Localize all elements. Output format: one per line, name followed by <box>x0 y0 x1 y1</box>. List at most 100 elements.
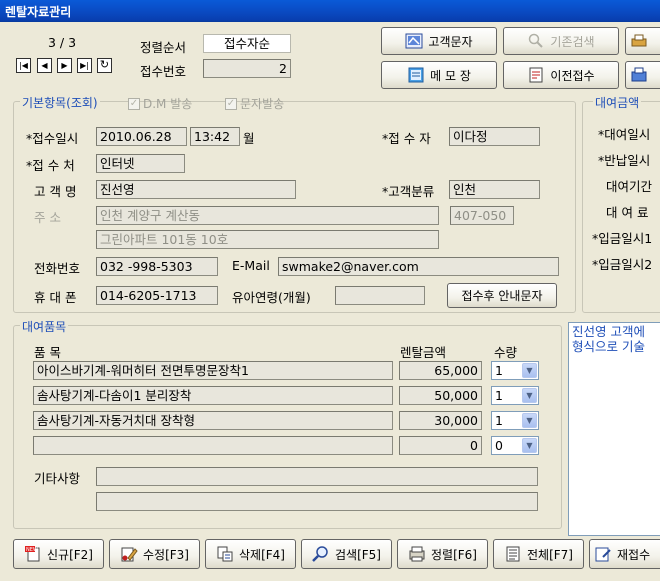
list-icon <box>504 545 522 563</box>
customer-sms-button[interactable]: 고객문자 <box>381 27 497 55</box>
basic-info-title: 기본항목(조회) <box>20 94 100 111</box>
return-date-label: *반납일시 <box>598 153 651 168</box>
rereceipt-button[interactable]: 재접수 <box>589 539 660 569</box>
customer-name-field[interactable]: 진선영 <box>96 180 296 199</box>
receiver-field[interactable]: 이다정 <box>449 127 540 146</box>
new-document-icon: NEW <box>24 545 42 563</box>
chevron-down-icon[interactable]: ▼ <box>522 413 537 428</box>
infant-age-label: 유아연령(개월) <box>232 290 311 305</box>
memo-button[interactable]: 메 모 장 <box>381 61 497 89</box>
customer-category-label: *고객분류 <box>382 184 435 199</box>
qty-select[interactable]: 1 ▼ <box>491 386 539 405</box>
search-icon <box>312 545 330 563</box>
existing-search-button[interactable]: 기존검색 <box>503 27 619 55</box>
qty-select[interactable]: 1 ▼ <box>491 361 539 380</box>
prev-receipt-button[interactable]: 이전접수 <box>503 61 619 89</box>
last-record-button[interactable]: ▶| <box>77 58 92 73</box>
customer-name-label: 고 객 명 <box>34 184 77 199</box>
product-price-field[interactable]: 65,000 <box>399 361 482 380</box>
received-date-label: *접수일시 <box>26 131 79 146</box>
channel-field[interactable]: 인터넷 <box>96 154 185 173</box>
rereceipt-icon <box>594 545 612 563</box>
email-label: E-Mail <box>232 258 270 273</box>
infant-age-field[interactable] <box>335 286 425 305</box>
item-column-header: 품 목 <box>34 345 61 360</box>
receiver-label: *접 수 자 <box>382 131 431 146</box>
product-price-field[interactable]: 30,000 <box>399 411 482 430</box>
first-record-button[interactable]: |◀ <box>16 58 31 73</box>
product-name-field[interactable] <box>33 436 393 455</box>
guide-sms-button[interactable]: 접수후 안내문자 <box>447 283 557 308</box>
checkmark-icon: ✓ <box>225 97 237 110</box>
edit-button[interactable]: 수정[F3] <box>109 539 200 569</box>
product-name-field[interactable]: 솜사탕기계-다솜이1 분리장착 <box>33 386 393 405</box>
memo-textarea[interactable]: 진선영 고객에 형식으로 기술 <box>568 322 660 536</box>
chevron-down-icon[interactable]: ▼ <box>522 438 537 453</box>
qty-select[interactable]: 0 ▼ <box>491 436 539 455</box>
checkmark-icon: ✓ <box>128 97 140 110</box>
chevron-down-icon[interactable]: ▼ <box>522 388 537 403</box>
misc-field-1[interactable] <box>96 467 538 486</box>
email-field[interactable]: swmake2@naver.com <box>278 257 559 276</box>
print-button[interactable] <box>625 27 660 55</box>
svg-text:NEW: NEW <box>26 547 38 553</box>
products-title: 대여품목 <box>20 318 69 335</box>
deposit-date2-label: *입금일시2 <box>592 257 653 272</box>
product-price-field[interactable]: 50,000 <box>399 386 482 405</box>
sort-label: 정렬순서 <box>140 40 187 55</box>
zip-field[interactable]: 407-050 <box>450 206 514 225</box>
product-name-field[interactable]: 아이스바기계-워머히터 전면투명문장착1 <box>33 361 393 380</box>
customer-category-field[interactable]: 인천 <box>449 180 540 199</box>
window-title: 렌탈자료관리 <box>5 5 72 19</box>
search-person-icon <box>527 32 545 50</box>
received-date-field[interactable]: 2010.06.28 <box>96 127 187 146</box>
refresh-icon[interactable]: ↻ <box>97 58 112 73</box>
address1-field[interactable]: 인천 계양구 계산동 <box>96 206 439 225</box>
phone-label: 전화번호 <box>34 261 81 276</box>
next-record-button[interactable]: ▶ <box>57 58 72 73</box>
new-button[interactable]: NEW 신규[F2] <box>13 539 104 569</box>
misc-label: 기타사항 <box>34 471 81 486</box>
rental-period-label: 대여기간 <box>606 179 653 194</box>
prev-record-button[interactable]: ◀ <box>37 58 52 73</box>
notepad-icon <box>407 66 425 84</box>
delete-button[interactable]: 삭제[F4] <box>205 539 296 569</box>
address2-field[interactable]: 그린아파트 101동 10호 <box>96 230 439 249</box>
channel-label: *접 수 처 <box>26 158 75 173</box>
qty-column-header: 수량 <box>494 345 518 360</box>
delete-icon <box>216 545 234 563</box>
product-price-field[interactable]: 0 <box>399 436 482 455</box>
receipt-number-field[interactable]: 2 <box>203 59 291 78</box>
address-label: 주 소 <box>34 210 61 225</box>
rental-data-window: 렌탈자료관리 3 / 3 |◀ ◀ ▶ ▶| ↻ 정렬순서 접수자순 접수번호 … <box>0 0 660 581</box>
receipt-number-label: 접수번호 <box>140 64 187 79</box>
phone-field[interactable]: 032 -998-5303 <box>96 257 218 276</box>
received-time-field[interactable]: 13:42 <box>190 127 240 146</box>
document-icon <box>527 66 545 84</box>
price-column-header: 렌탈금액 <box>400 345 447 360</box>
rental-start-label: *대여일시 <box>598 127 651 142</box>
qty-select[interactable]: 1 ▼ <box>491 411 539 430</box>
sms-icon <box>405 32 423 50</box>
dm-send-checkbox[interactable]: ✓ D.M 발송 <box>128 95 192 112</box>
sort-icon <box>408 545 426 563</box>
sort-order-field[interactable]: 접수자순 <box>203 34 291 53</box>
record-position: 3 / 3 <box>48 35 77 50</box>
mobile-label: 휴 대 폰 <box>34 290 77 305</box>
chevron-down-icon[interactable]: ▼ <box>522 363 537 378</box>
sms-send-checkbox[interactable]: ✓ 문자발송 <box>225 95 284 112</box>
misc-field-2[interactable] <box>96 492 538 511</box>
edit-icon <box>120 545 138 563</box>
mobile-field[interactable]: 014-6205-1713 <box>96 286 218 305</box>
all-button[interactable]: 전체[F7] <box>493 539 584 569</box>
rental-fee-label: 대 여 료 <box>606 205 649 220</box>
fax-icon <box>630 66 648 84</box>
fax-button[interactable] <box>625 61 660 89</box>
search-button[interactable]: 검색[F5] <box>301 539 392 569</box>
sort-button[interactable]: 정렬[F6] <box>397 539 488 569</box>
deposit-date1-label: *입금일시1 <box>592 231 653 246</box>
product-name-field[interactable]: 솜사탕기계-자동거치대 장착형 <box>33 411 393 430</box>
rental-amount-title: 대여금액 <box>593 94 642 111</box>
received-day: 월 <box>243 131 255 146</box>
title-bar: 렌탈자료관리 <box>0 0 660 22</box>
